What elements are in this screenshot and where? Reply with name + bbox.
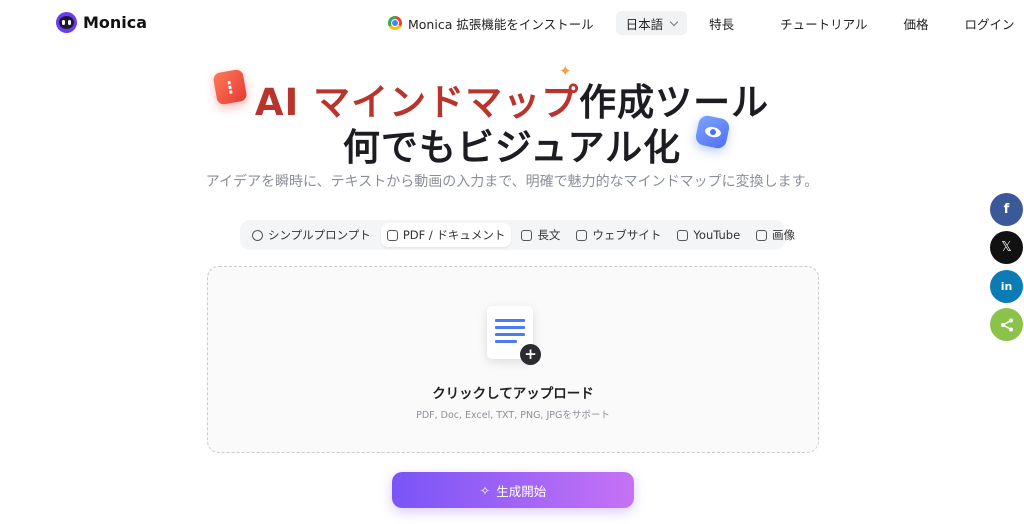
upload-title: クリックしてアップロード	[432, 386, 594, 402]
tab-pdf-document[interactable]: PDF / ドキュメント	[380, 223, 512, 247]
file-upload-dropzone[interactable]: + クリックしてアップロード PDF, Doc, Excel, TXT, PNG…	[207, 266, 819, 453]
nav-features[interactable]: 特長	[709, 11, 734, 35]
youtube-icon	[677, 229, 689, 241]
generate-button-label: 生成開始	[496, 483, 547, 499]
monitor-icon	[576, 229, 588, 241]
brand-logo[interactable]: Monica	[56, 12, 147, 33]
top-navigation-bar: Monica Monica 拡張機能をインストール 日本語 特長 チュートリアル…	[0, 0, 1024, 46]
tab-website[interactable]: ウェブサイト	[570, 223, 667, 247]
language-label: 日本語	[625, 16, 664, 32]
generate-button[interactable]: ✧ 生成開始	[392, 472, 634, 508]
tab-long-text[interactable]: 長文	[515, 223, 566, 247]
facebook-icon: f	[1003, 202, 1010, 217]
share-icon	[1000, 318, 1013, 331]
tab-simple-prompt[interactable]: シンプルプロンプト	[246, 223, 377, 247]
tab-label: 長文	[537, 228, 561, 242]
nav-tutorial[interactable]: チュートリアル	[780, 11, 867, 35]
linkedin-icon: in	[1000, 280, 1013, 293]
tab-image[interactable]: 画像	[750, 223, 801, 247]
linkedin-share-button[interactable]: in	[990, 270, 1023, 303]
share-button[interactable]	[990, 308, 1023, 341]
plus-icon: +	[520, 344, 541, 365]
text-icon	[521, 229, 533, 241]
upload-supported-formats: PDF, Doc, Excel, TXT, PNG, JPGをサポート	[416, 410, 610, 421]
image-icon	[756, 229, 768, 241]
chat-icon	[252, 229, 263, 241]
tab-youtube[interactable]: YouTube	[671, 223, 746, 247]
tab-label: シンプルプロンプト	[268, 228, 371, 242]
x-share-button[interactable]: 𝕏	[990, 231, 1023, 264]
hero-title-line2: 何でもビジュアル化	[342, 126, 682, 169]
monica-logo-icon	[56, 12, 77, 33]
facebook-share-button[interactable]: f	[990, 193, 1023, 226]
tab-label: YouTube	[693, 228, 741, 242]
chevron-down-icon	[669, 17, 679, 26]
install-extension-link[interactable]: Monica 拡張機能をインストール	[388, 11, 594, 35]
nav-pricing[interactable]: 価格	[904, 11, 929, 35]
tab-label: ウェブサイト	[592, 228, 662, 242]
input-type-tabs: シンプルプロンプト PDF / ドキュメント 長文 ウェブサイト YouTube…	[240, 220, 795, 250]
tab-label: PDF / ドキュメント	[402, 228, 506, 242]
nav-links: Monica 拡張機能をインストール 日本語 特長 チュートリアル 価格 ログイ…	[388, 11, 1015, 35]
sparkle-icon: ✧	[479, 482, 491, 498]
language-select[interactable]: 日本語	[615, 11, 688, 35]
x-icon: 𝕏	[1001, 240, 1012, 255]
nav-login[interactable]: ログイン	[965, 11, 1015, 35]
chrome-icon	[388, 16, 402, 30]
brand-name: Monica	[83, 13, 148, 32]
install-extension-label: Monica 拡張機能をインストール	[408, 16, 594, 32]
document-icon	[386, 229, 398, 241]
tab-label: 画像	[772, 228, 796, 242]
hero-subtitle: アイデアを瞬時に、テキストから動画の入力まで、明確で魅力的なマインドマップに変換…	[205, 174, 819, 190]
